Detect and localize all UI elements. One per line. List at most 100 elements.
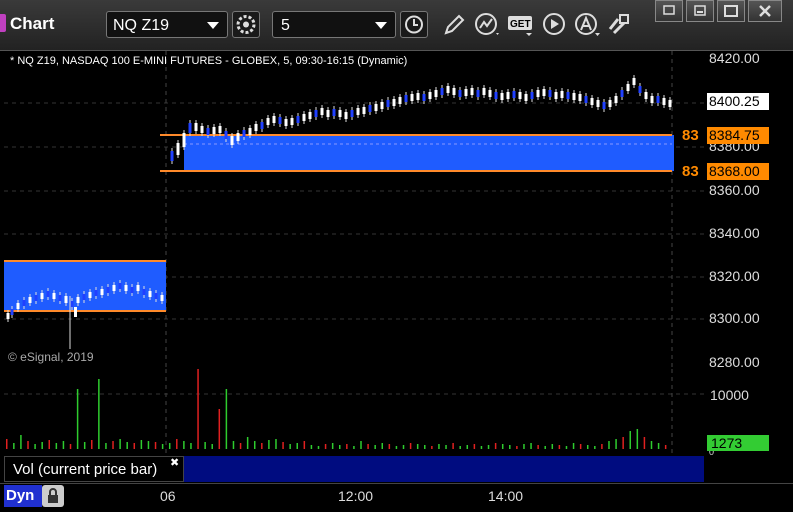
price-bar-body [590,98,594,105]
price-bar-body [284,119,288,126]
title-bar: Chart NQ Z19 5 GET [0,0,793,51]
price-bar-body [16,303,20,309]
symbol-settings-button[interactable] [232,11,260,38]
price-bar-body [344,112,348,119]
volume-chart[interactable] [4,369,704,456]
close-study-icon[interactable]: ✖ [170,456,179,469]
price-bar-body [650,96,654,103]
price-chart[interactable] [4,51,704,368]
symbol-value: NQ Z19 [113,17,170,34]
volume-bar [657,443,660,449]
volume-bar [452,443,454,449]
pencil-icon [444,14,465,35]
volume-bar [239,443,242,449]
price-bar-body [218,126,222,133]
price-bar-body [170,151,174,161]
volume-bar [6,439,8,449]
price-bar-body [94,290,98,296]
dynamic-button[interactable]: Dyn [4,485,42,507]
volume-bar [523,444,525,449]
price-bar-body [668,100,672,107]
volume-bar [346,444,348,449]
volume-bar [431,446,433,449]
price-bar-body [188,123,192,133]
get-data-button[interactable]: GET [506,11,534,38]
price-bar-body [58,295,62,301]
alert-a-icon [575,13,600,36]
price-bar-body [194,123,198,131]
volume-study-label[interactable]: Vol (current price bar) [4,456,184,482]
volume-bar [445,445,447,449]
price-bar-body [254,124,258,131]
price-bar-body [560,91,564,98]
price-bar-body [476,90,480,97]
price-tick-label: 8300.00 [709,310,760,326]
lock-icon[interactable] [42,485,64,507]
volume-bar [579,444,582,449]
play-button[interactable] [540,11,568,38]
volume-bar [34,444,36,449]
price-bar-body [356,108,360,115]
alerts-button[interactable] [572,11,600,38]
price-bar-body [434,90,438,97]
price-bar-body [632,78,636,85]
volume-bar [473,444,476,449]
price-bar-body [200,126,204,133]
time-axis[interactable] [0,483,793,511]
volume-bar [168,443,171,449]
price-bar-body [278,117,282,124]
symbol-field[interactable]: NQ Z19 [106,11,228,38]
volume-bar [183,441,185,449]
volume-bar [438,444,440,449]
price-bar-body [82,294,86,300]
volume-bar [27,441,29,449]
price-bar-body [458,90,462,97]
volume-bar [615,439,617,449]
price-bar-body [34,295,38,301]
interval-field[interactable]: 5 [272,11,396,38]
copyright-text: © eSignal, 2019 [8,350,94,364]
price-bar-body [602,102,606,109]
volume-bar [459,446,461,449]
price-bar-body [386,100,390,107]
symbol-dropdown-icon[interactable] [207,22,219,29]
volume-bar [353,446,355,449]
volume-bar [98,379,100,449]
close-window-button[interactable] [748,0,782,22]
volume-bar [424,445,426,449]
volume-bar [565,446,568,449]
interval-dropdown-icon[interactable] [375,22,387,29]
price-bar-body [112,285,116,291]
draw-tool-button[interactable] [440,11,468,38]
link-button[interactable] [604,11,632,38]
lower-level-tag: 8368.00 [707,163,769,180]
price-bar-body [584,96,588,103]
price-bar-body [452,88,456,95]
volume-bar [83,442,86,449]
price-bar-body [596,100,600,107]
price-bar-body [362,107,366,114]
volume-bar [204,442,206,449]
price-bar-body [106,287,110,293]
interval-value: 5 [281,17,290,34]
volume-bar [480,446,483,449]
price-bar-body [118,283,122,289]
maximize-window-button[interactable] [717,0,745,22]
price-bar-body [464,89,468,96]
volume-bar [268,440,270,449]
restore-window-button[interactable] [686,0,714,22]
volume-bar [643,437,646,449]
price-bar-body [100,289,104,295]
price-bar-body [350,110,354,117]
price-bar-body [314,110,318,117]
price-bar-body [572,93,576,100]
price-bar-body [380,102,384,109]
volume-bar [119,439,121,449]
studies-button[interactable] [472,11,500,38]
price-bar-body [224,131,228,139]
pin-window-button[interactable] [655,0,683,22]
volume-bar [558,445,561,449]
time-settings-button[interactable] [400,11,428,38]
price-bar-body [422,94,426,101]
price-bar-body [530,92,534,99]
